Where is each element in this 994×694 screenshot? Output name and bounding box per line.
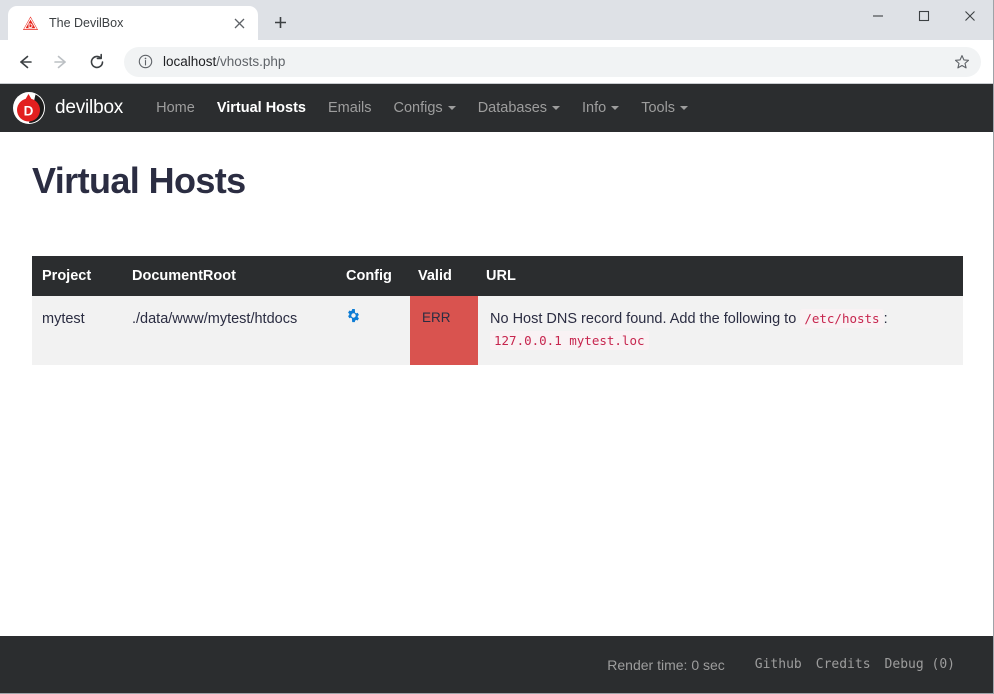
nav-item-databases[interactable]: Databases — [467, 100, 571, 116]
reload-button[interactable] — [82, 47, 112, 77]
site-navbar: D devilbox Home Virtual Hosts Emails Con… — [0, 84, 993, 132]
table-body: mytest ./data/www/mytest/htdocs ERR No H… — [32, 296, 963, 365]
nav-item-label: Databases — [477, 100, 548, 116]
forward-button[interactable] — [46, 47, 76, 77]
footer-link-credits[interactable]: Credits — [816, 657, 871, 672]
table-head: Project DocumentRoot Config Valid URL — [32, 256, 963, 296]
main-content: Virtual Hosts Project DocumentRoot Confi… — [0, 132, 993, 636]
chevron-down-icon — [447, 106, 456, 110]
site-footer: Render time: 0 sec Github Credits Debug … — [0, 636, 993, 693]
nav-item-label: Info — [582, 100, 607, 116]
footer-link-debug[interactable]: Debug (0) — [885, 657, 955, 672]
nav-item-label: Configs — [393, 100, 443, 116]
column-header-project: Project — [42, 268, 92, 284]
nav-item-label: Virtual Hosts — [216, 100, 306, 116]
nav-item-info[interactable]: Info — [571, 100, 630, 116]
site-nav-links: Home Virtual Hosts Emails Configs Databa… — [145, 100, 699, 116]
address-bar-text[interactable]: localhost/vhosts.php — [163, 54, 949, 69]
close-icon[interactable] — [230, 14, 248, 32]
devilbox-triangle-icon: D — [22, 15, 39, 32]
back-button[interactable] — [10, 47, 40, 77]
svg-text:D: D — [28, 23, 33, 30]
column-header-documentroot: DocumentRoot — [132, 268, 236, 284]
url-path: /vhosts.php — [216, 54, 286, 69]
nav-item-configs[interactable]: Configs — [383, 100, 467, 116]
footer-link-github[interactable]: Github — [755, 657, 802, 672]
nav-item-emails[interactable]: Emails — [317, 100, 383, 116]
url-host: localhost — [163, 54, 217, 69]
chevron-down-icon — [680, 106, 689, 110]
page-viewport: D devilbox Home Virtual Hosts Emails Con… — [0, 84, 993, 693]
cell-url: No Host DNS record found. Add the follow… — [478, 296, 963, 365]
status-badge: ERR — [410, 296, 478, 365]
chevron-down-icon — [552, 106, 561, 110]
cell-project: mytest — [42, 311, 85, 327]
nav-item-tools[interactable]: Tools — [630, 100, 699, 116]
info-circle-icon[interactable] — [136, 53, 154, 71]
cell-documentroot: ./data/www/mytest/htdocs — [132, 311, 298, 327]
hosts-file-path: /etc/hosts — [800, 309, 884, 328]
tab-strip: D The DevilBox — [0, 0, 294, 40]
browser-titlebar: D The DevilBox — [0, 0, 993, 40]
minimize-button[interactable] — [855, 0, 901, 32]
cell-config — [338, 296, 410, 365]
browser-window: D The DevilBox localhost/vhosts.php D de… — [0, 0, 994, 694]
tab-title: The DevilBox — [49, 16, 124, 30]
nav-item-label: Home — [156, 100, 195, 116]
window-controls — [855, 0, 993, 40]
bookmark-star-icon[interactable] — [949, 49, 975, 75]
nav-item-home[interactable]: Home — [145, 100, 206, 116]
virtual-hosts-table: Project DocumentRoot Config Valid URL my… — [32, 256, 963, 365]
colon-separator: : — [883, 311, 888, 327]
table-row: mytest ./data/www/mytest/htdocs ERR No H… — [32, 296, 963, 365]
close-window-button[interactable] — [947, 0, 993, 32]
nav-item-label: Emails — [328, 100, 372, 116]
page-title: Virtual Hosts — [32, 160, 246, 201]
render-time-label: Render time: 0 sec — [607, 656, 725, 673]
brand-label: devilbox — [55, 97, 124, 118]
column-header-url: URL — [486, 268, 516, 284]
gear-icon[interactable] — [346, 308, 361, 330]
brand-link[interactable]: D devilbox — [12, 91, 123, 125]
new-tab-button[interactable] — [266, 8, 294, 36]
column-header-config: Config — [346, 268, 392, 284]
nav-item-label: Tools — [641, 100, 676, 116]
column-header-valid: Valid — [418, 268, 452, 284]
svg-text:D: D — [24, 104, 34, 119]
browser-tab[interactable]: D The DevilBox — [8, 6, 258, 40]
table-header-row: Project DocumentRoot Config Valid URL — [32, 256, 963, 296]
nav-item-virtual-hosts[interactable]: Virtual Hosts — [206, 100, 317, 116]
hosts-entry-snippet: 127.0.0.1 mytest.loc — [490, 331, 649, 351]
browser-toolbar: localhost/vhosts.php — [0, 40, 993, 84]
maximize-button[interactable] — [901, 0, 947, 32]
devilbox-drop-icon: D — [12, 91, 46, 125]
dns-error-message: No Host DNS record found. Add the follow… — [490, 311, 797, 327]
address-bar[interactable]: localhost/vhosts.php — [124, 46, 981, 77]
chevron-down-icon — [611, 106, 620, 110]
